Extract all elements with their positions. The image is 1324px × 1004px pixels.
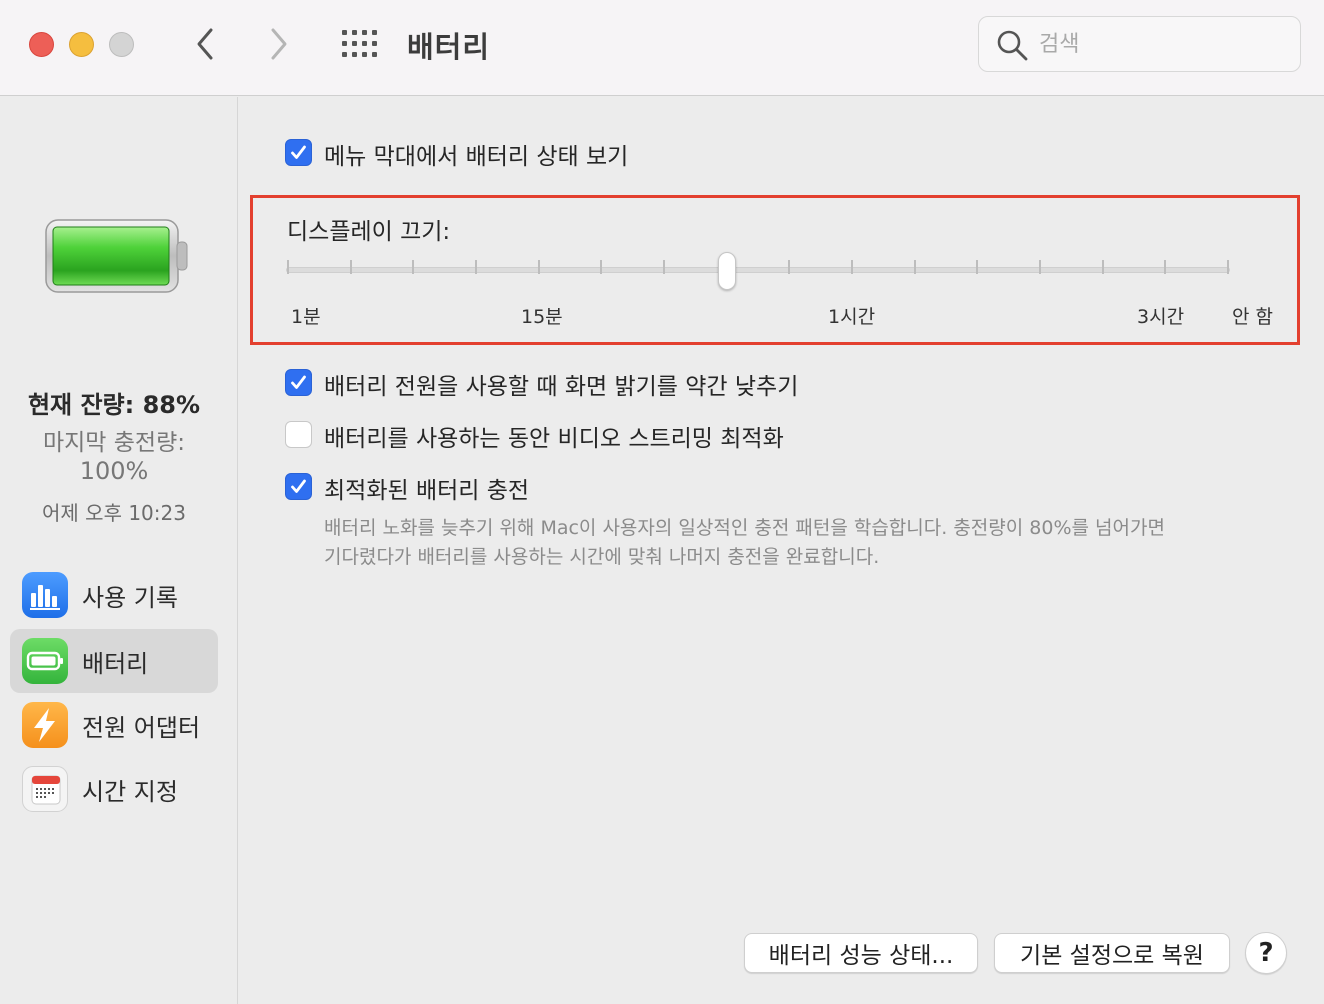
show-in-menu-bar-label: 메뉴 막대에서 배터리 상태 보기 — [324, 144, 629, 170]
last-charged-value: 100% — [79, 457, 149, 485]
sidebar-item-label: 사용 기록 — [82, 583, 178, 612]
show-in-menu-bar-checkbox[interactable] — [285, 139, 312, 166]
calendar-icon — [22, 766, 68, 812]
tick-label-1hour: 1시간 — [828, 306, 876, 328]
battery-icon — [22, 638, 68, 684]
optimize-video-checkbox[interactable] — [285, 421, 312, 448]
last-charged-label: 마지막 충전량: — [42, 430, 186, 456]
slider-tick — [1101, 260, 1104, 274]
search-field[interactable] — [978, 16, 1301, 72]
sidebar-item-label: 배터리 — [82, 649, 149, 678]
display-off-slider-thumb[interactable] — [717, 252, 736, 290]
sidebar-item-label: 시간 지정 — [82, 777, 178, 806]
sidebar-item-power-adapter[interactable]: 전원 어댑터 — [10, 693, 218, 757]
tick-label-never: 안 함 — [1232, 306, 1273, 328]
slider-tick — [412, 260, 415, 274]
sidebar-item-battery[interactable]: 배터리 — [10, 629, 218, 693]
main-pane: 메뉴 막대에서 배터리 상태 보기 디스플레이 끄기: 1분 15분 1시간 3… — [239, 97, 1324, 1004]
slider-tick — [349, 260, 352, 274]
slider-tick — [1164, 260, 1167, 274]
tick-label-1min: 1분 — [291, 306, 321, 328]
slider-tick — [788, 260, 791, 274]
sidebar-item-usage-history[interactable]: 사용 기록 — [10, 563, 218, 627]
display-off-title: 디스플레이 끄기: — [287, 219, 451, 245]
last-charged-time: 어제 오후 10:23 — [42, 501, 186, 525]
title-bar: 배터리 — [0, 0, 1324, 96]
chevron-right-icon — [271, 28, 287, 60]
slider-tick — [851, 260, 853, 274]
battery-status-icon — [45, 219, 188, 293]
optimize-video-label: 배터리를 사용하는 동안 비디오 스트리밍 최적화 — [324, 426, 784, 452]
battery-health-button[interactable]: 배터리 성능 상태... — [744, 933, 978, 973]
display-off-slider[interactable] — [286, 267, 1230, 273]
tick-label-15min: 15분 — [521, 306, 563, 328]
zoom-window-button[interactable] — [109, 32, 134, 57]
slider-tick — [976, 260, 979, 274]
checkmark-icon — [291, 375, 306, 389]
search-icon — [997, 30, 1028, 61]
slider-tick — [475, 260, 477, 274]
close-window-button[interactable] — [29, 32, 54, 57]
checkmark-icon — [291, 145, 306, 159]
slider-tick — [537, 260, 540, 274]
slider-tick — [1227, 260, 1229, 274]
forward-button[interactable] — [261, 24, 297, 64]
sidebar-item-label: 전원 어댑터 — [82, 713, 201, 742]
sidebar: 현재 잔량: 88% 마지막 충전량: 100% 어제 오후 10:23 사용 … — [0, 97, 238, 1004]
grid-icon — [342, 30, 377, 57]
optimized-charging-description-line2: 기다렸다가 배터리를 사용하는 시간에 맞춰 나머지 충전을 완료합니다. — [324, 546, 880, 568]
optimized-charging-checkbox[interactable] — [285, 473, 312, 500]
slider-tick — [287, 260, 289, 274]
sidebar-item-schedule[interactable]: 시간 지정 — [10, 757, 218, 821]
slider-tick — [1039, 260, 1041, 274]
slider-tick — [663, 260, 665, 274]
checkmark-icon — [291, 479, 306, 493]
dim-display-checkbox[interactable] — [285, 369, 312, 396]
back-button[interactable] — [187, 24, 223, 64]
help-button[interactable]: ? — [1245, 932, 1287, 974]
lightning-icon — [22, 702, 68, 748]
window-title: 배터리 — [407, 30, 491, 64]
show-all-button[interactable] — [340, 28, 380, 60]
current-charge-text: 현재 잔량: 88% — [27, 391, 201, 419]
slider-tick — [600, 260, 603, 274]
bar-chart-icon — [22, 572, 68, 618]
search-input[interactable] — [1039, 25, 1289, 63]
minimize-window-button[interactable] — [69, 32, 94, 57]
slider-tick — [913, 260, 916, 274]
optimized-charging-label: 최적화된 배터리 충전 — [324, 478, 530, 504]
chevron-left-icon — [197, 28, 213, 60]
optimized-charging-description-line1: 배터리 노화를 늦추기 위해 Mac이 사용자의 일상적인 충전 패턴을 학습합… — [324, 517, 1165, 539]
tick-label-3hours: 3시간 — [1137, 306, 1185, 328]
dim-display-label: 배터리 전원을 사용할 때 화면 밝기를 약간 낮추기 — [324, 374, 799, 400]
display-off-section: 디스플레이 끄기: 1분 15분 1시간 3시간 안 함 — [250, 195, 1300, 345]
restore-defaults-button[interactable]: 기본 설정으로 복원 — [994, 933, 1230, 973]
